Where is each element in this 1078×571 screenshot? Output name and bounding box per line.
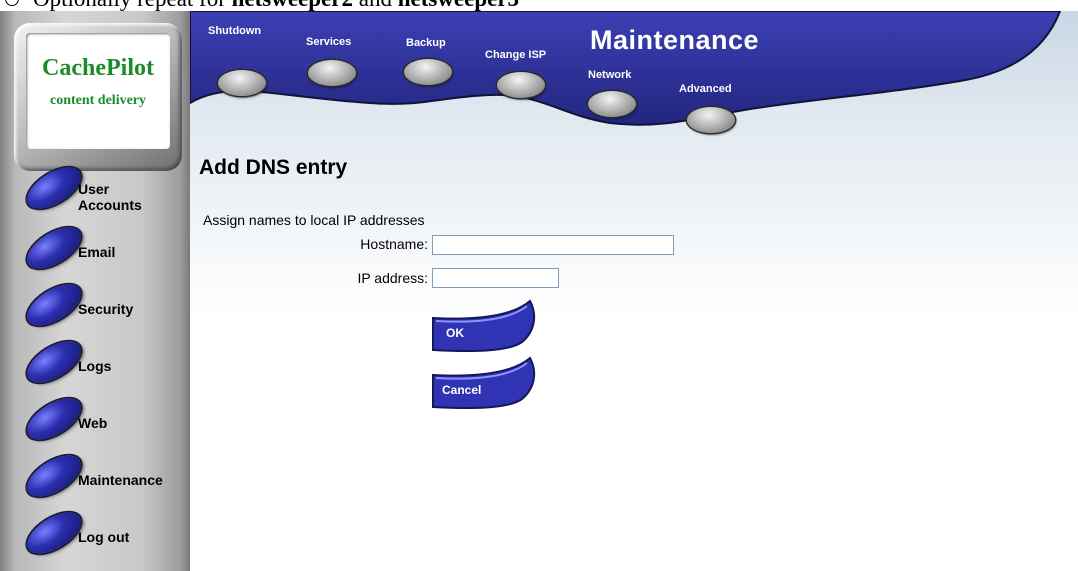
sidebar-item-label: Security	[78, 301, 134, 317]
advanced-oval-icon	[687, 107, 735, 133]
services-oval-icon	[308, 60, 356, 86]
sidebar-item-logs[interactable]: Logs	[10, 333, 190, 395]
doc-text-name2: netsweeper3	[398, 0, 519, 11]
sidebar-item-label: Maintenance	[78, 472, 163, 488]
ip-address-input[interactable]	[432, 268, 559, 288]
doc-text-mid: and	[353, 0, 398, 11]
doc-text-name1: netsweeper2	[232, 0, 353, 11]
ok-button-label: OK	[446, 326, 464, 340]
header-banner: Maintenance Shutdown Services Backup Cha…	[190, 11, 1078, 171]
logo: CachePilot content delivery	[26, 33, 170, 149]
sidebar-item-label: User Accounts	[78, 181, 142, 213]
page-title: Add DNS entry	[199, 156, 348, 179]
sidebar-item-log-out[interactable]: Log out	[10, 504, 190, 566]
logo-frame: CachePilot content delivery	[14, 23, 182, 171]
cancel-button[interactable]: Cancel	[430, 353, 542, 413]
section-title: Maintenance	[590, 25, 760, 55]
cancel-button-label: Cancel	[442, 383, 482, 397]
change-isp-oval-icon	[497, 72, 545, 98]
logo-subtitle: content delivery	[49, 93, 147, 108]
shutdown-oval-icon	[218, 70, 266, 96]
sidebar-item-maintenance[interactable]: Maintenance	[10, 447, 190, 509]
form-intro-text: Assign names to local IP addresses	[203, 212, 425, 228]
sidebar-item-label: Log out	[78, 529, 130, 545]
sidebar-item-user-accounts[interactable]: User Accounts	[10, 159, 190, 221]
sidebar-item-security[interactable]: Security	[10, 276, 190, 338]
sidebar-item-email[interactable]: Email	[10, 219, 190, 281]
document-text-line: Optionally repeat for netsweeper2 and ne…	[0, 0, 519, 11]
hostname-label: Hostname:	[360, 236, 428, 252]
backup-oval-icon	[404, 59, 452, 85]
logo-title: CachePilot	[42, 55, 154, 81]
sidebar-item-web[interactable]: Web	[10, 390, 190, 452]
doc-text-prefix: Optionally repeat for	[33, 0, 232, 11]
ip-address-label: IP address:	[357, 270, 428, 286]
bullet-circle-icon	[5, 0, 19, 6]
hostname-input[interactable]	[432, 235, 674, 255]
sidebar-item-label: Logs	[78, 358, 112, 374]
sidebar-item-label: Email	[78, 244, 116, 260]
sidebar-item-label: Web	[78, 415, 108, 431]
network-oval-icon	[588, 91, 636, 117]
ok-button[interactable]: OK	[430, 296, 542, 356]
app-window: CachePilot content delivery User Accounts…	[0, 11, 1078, 571]
sidebar: CachePilot content delivery User Accounts…	[0, 11, 190, 571]
